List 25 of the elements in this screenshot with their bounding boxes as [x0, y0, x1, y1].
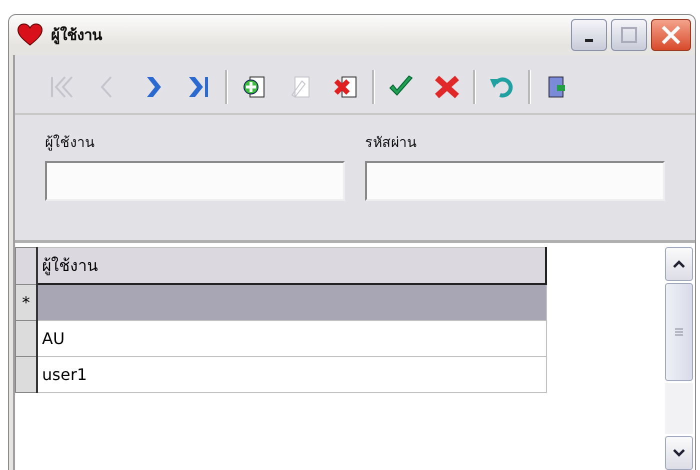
- input-field[interactable]: [365, 161, 665, 201]
- minimize-icon: [585, 38, 593, 42]
- close-icon: [660, 24, 682, 46]
- cross-icon: [433, 73, 461, 101]
- heart-icon: [17, 23, 43, 47]
- field-label: ผู้ใช้งาน: [45, 134, 96, 153]
- input-field[interactable]: [45, 161, 345, 201]
- scroll-up-button[interactable]: [665, 247, 693, 281]
- table-cell: AU: [37, 320, 546, 356]
- table-cell: user1: [37, 356, 546, 392]
- scroll-thumb[interactable]: [665, 283, 693, 381]
- row-selector[interactable]: [16, 320, 37, 356]
- field-label: รหัสผ่าน: [365, 134, 418, 153]
- row-selector[interactable]: *: [16, 284, 37, 320]
- row-selector[interactable]: [16, 356, 37, 392]
- close-button[interactable]: [651, 19, 691, 51]
- maximize-icon: [620, 26, 638, 44]
- column-header[interactable]: ผู้ใช้งาน: [37, 248, 546, 284]
- grip-icon: [674, 327, 684, 337]
- scroll-down-button[interactable]: [665, 436, 693, 470]
- window-title: ผู้ใช้งาน: [51, 25, 104, 46]
- chevron-up-icon: [672, 259, 686, 269]
- row-header-corner: [16, 248, 37, 284]
- minimize-button[interactable]: [571, 19, 607, 51]
- chevron-down-icon: [672, 448, 686, 458]
